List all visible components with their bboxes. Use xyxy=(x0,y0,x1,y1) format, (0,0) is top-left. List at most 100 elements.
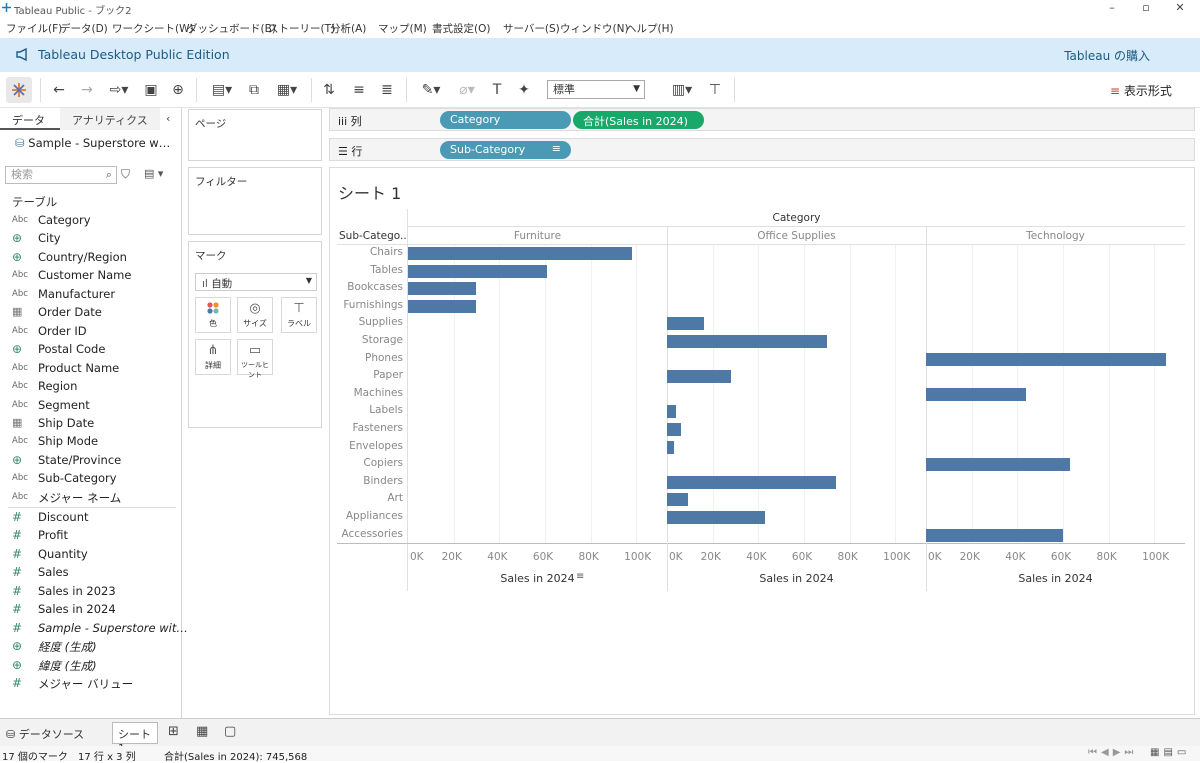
field-item[interactable]: Ship Date xyxy=(38,416,94,430)
menu-item[interactable]: 分析(A) xyxy=(330,21,366,36)
new-worksheet-icon[interactable]: ▤▾ xyxy=(205,80,239,100)
search-field[interactable]: 検索 ⌕ xyxy=(5,166,117,184)
replace-data-icon[interactable]: ⇨▾ xyxy=(102,80,136,100)
field-item[interactable]: Country/Region xyxy=(38,250,127,264)
collapse-pane-icon[interactable]: ‹ xyxy=(166,112,170,125)
new-dashboard-icon[interactable]: ▦ xyxy=(196,724,208,739)
tab-analytics[interactable]: アナリティクス xyxy=(60,108,160,130)
minimize-button[interactable]: – xyxy=(1102,1,1122,14)
field-item[interactable]: State/Province xyxy=(38,453,121,467)
field-item[interactable]: Profit xyxy=(38,528,68,542)
group-icon[interactable]: ⌀▾ xyxy=(452,80,482,100)
bar[interactable] xyxy=(926,528,1063,542)
menu-item[interactable]: ヘルプ(H) xyxy=(626,21,674,36)
size-button[interactable]: ◎ サイズ xyxy=(237,297,273,333)
bar[interactable] xyxy=(667,317,704,331)
columns-shelf[interactable]: iii 列 Category 合計(Sales in 2024) xyxy=(329,108,1195,131)
new-worksheet-icon[interactable]: ⊞ xyxy=(168,724,179,739)
field-item[interactable]: 緯度 (生成) xyxy=(38,658,97,674)
bar[interactable] xyxy=(667,370,731,384)
pill-sub-category[interactable]: Sub-Category ≡ xyxy=(440,141,571,159)
sort-ascending-icon[interactable]: ≡ xyxy=(348,80,370,100)
bar[interactable] xyxy=(667,423,681,436)
new-datasource-icon[interactable]: ⊕ xyxy=(168,80,188,100)
field-item[interactable]: Postal Code xyxy=(38,342,105,356)
bar[interactable] xyxy=(667,440,674,454)
show-labels-icon[interactable]: T xyxy=(487,80,507,100)
field-item[interactable]: Customer Name xyxy=(38,268,131,282)
menu-item[interactable]: ダッシュボード(B) xyxy=(187,21,276,36)
menu-item[interactable]: ワークシート(W) xyxy=(112,21,194,36)
menu-item[interactable]: ストーリー(T) xyxy=(268,21,335,36)
tab-data[interactable]: データ xyxy=(0,108,60,130)
bar[interactable] xyxy=(926,458,1070,472)
bar[interactable] xyxy=(408,299,477,313)
field-item[interactable]: Manufacturer xyxy=(38,287,115,301)
field-item[interactable]: Quantity xyxy=(38,547,88,561)
field-item[interactable]: City xyxy=(38,231,61,245)
datasource-item[interactable]: ⛁ Sample - Superstore w… xyxy=(15,136,170,150)
swap-rows-columns-icon[interactable]: ⇅ xyxy=(318,80,340,100)
field-item[interactable]: Order ID xyxy=(38,324,87,338)
menu-item[interactable]: データ(D) xyxy=(60,21,108,36)
tooltip-button[interactable]: ▭ ツールヒント xyxy=(237,339,273,379)
menu-item[interactable]: ファイル(F) xyxy=(6,21,62,36)
redo-icon[interactable]: → xyxy=(76,80,98,100)
label-button[interactable]: ⊤ ラベル xyxy=(281,297,317,333)
menu-item[interactable]: 書式設定(O) xyxy=(432,21,490,36)
field-item[interactable]: Sample - Superstore wit… xyxy=(38,621,188,635)
maximize-button[interactable]: ▫ xyxy=(1136,1,1156,14)
filter-icon[interactable]: ⛉ xyxy=(121,167,130,182)
pin-axes-icon[interactable]: ✦ xyxy=(514,80,534,100)
buy-tableau-link[interactable]: Tableau の購入 xyxy=(1064,47,1150,64)
bar[interactable] xyxy=(667,405,677,419)
bar[interactable] xyxy=(667,475,836,489)
field-item[interactable]: Category xyxy=(38,213,91,227)
menu-item[interactable]: ウィンドウ(N) xyxy=(560,21,629,36)
pill-category[interactable]: Category xyxy=(440,111,571,129)
field-item[interactable]: Product Name xyxy=(38,361,119,375)
fit-select[interactable]: 標準 ▼ xyxy=(547,80,645,99)
tableau-home-icon[interactable] xyxy=(6,77,32,103)
menu-item[interactable]: マップ(M) xyxy=(378,21,427,36)
field-item[interactable]: メジャー ネーム xyxy=(38,490,121,506)
view-options-icon[interactable]: ▤ ▾ xyxy=(144,167,163,180)
mark-type-select[interactable]: ıl 自動 ▼ xyxy=(195,273,317,291)
duplicate-sheet-icon[interactable]: ⧉ xyxy=(243,80,265,100)
highlight-icon[interactable]: ✎▾ xyxy=(416,80,446,100)
bar[interactable] xyxy=(408,247,632,260)
sheet-tab[interactable]: シート 1 xyxy=(112,722,158,755)
filters-card[interactable]: フィルター xyxy=(188,167,322,235)
view-mode-icons[interactable]: ▦▤▭ xyxy=(1150,747,1190,758)
field-item[interactable]: Sales xyxy=(38,565,69,579)
pill-sum-sales-2024[interactable]: 合計(Sales in 2024) xyxy=(573,111,704,129)
field-item[interactable]: Region xyxy=(38,379,77,393)
bar[interactable] xyxy=(667,511,766,524)
save-icon[interactable]: ▣ xyxy=(141,80,161,100)
bar[interactable] xyxy=(408,264,548,278)
field-item[interactable]: Order Date xyxy=(38,305,102,319)
new-story-icon[interactable]: ▢ xyxy=(224,724,236,739)
clear-sheet-icon[interactable]: ▦▾ xyxy=(270,80,304,100)
pages-card[interactable]: ページ xyxy=(188,109,322,161)
bar[interactable] xyxy=(667,335,827,348)
undo-icon[interactable]: ← xyxy=(48,80,70,100)
sort-descending-icon[interactable]: ≣ xyxy=(376,80,398,100)
bar[interactable] xyxy=(926,352,1166,366)
bar[interactable] xyxy=(408,282,477,296)
field-item[interactable]: Ship Mode xyxy=(38,434,98,448)
close-button[interactable]: ✕ xyxy=(1170,1,1190,14)
field-item[interactable]: メジャー バリュー xyxy=(38,676,133,692)
show-cards-icon[interactable]: ▥▾ xyxy=(665,80,699,100)
field-item[interactable]: Segment xyxy=(38,398,90,412)
field-item[interactable]: Sales in 2024 xyxy=(38,602,116,616)
field-item[interactable]: 経度 (生成) xyxy=(38,639,97,655)
bar[interactable] xyxy=(926,387,1027,401)
field-item[interactable]: Discount xyxy=(38,510,89,524)
field-item[interactable]: Sub-Category xyxy=(38,471,117,485)
color-button[interactable]: 色 xyxy=(195,297,231,333)
menu-item[interactable]: サーバー(S) xyxy=(503,21,560,36)
field-item[interactable]: Sales in 2023 xyxy=(38,584,116,598)
show-me-button[interactable]: ≡ 表示形式 xyxy=(1110,82,1172,99)
rows-shelf[interactable]: ☰ 行 Sub-Category ≡ xyxy=(329,138,1195,161)
